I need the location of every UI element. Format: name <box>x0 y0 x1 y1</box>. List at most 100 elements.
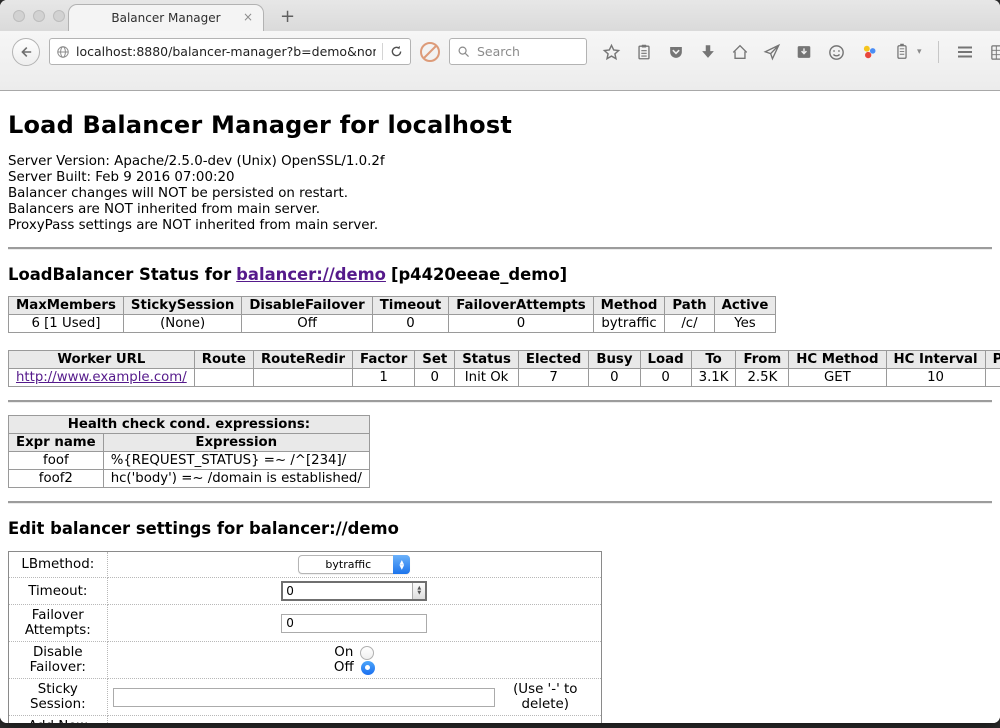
select-arrows-icon: ▲▼ <box>393 555 410 574</box>
table-cell: 7 <box>518 369 588 387</box>
back-button[interactable] <box>12 38 40 66</box>
table-title: Health check cond. expressions: <box>9 416 370 434</box>
status-heading: LoadBalancer Status for balancer://demo … <box>8 265 992 284</box>
navigation-toolbar: localhost:8880/balancer-manager?b=demo&n… <box>0 31 1000 91</box>
minimize-window-button[interactable] <box>33 10 45 22</box>
table-cell: 0 <box>449 315 593 333</box>
column-header: Elected <box>518 351 588 369</box>
close-window-button[interactable] <box>13 10 25 22</box>
column-header: Method <box>593 297 665 315</box>
page-content: Load Balancer Manager for localhost Serv… <box>0 91 1000 723</box>
balancer-link[interactable]: balancer://demo <box>236 265 386 284</box>
send-tab-icon[interactable] <box>763 43 781 61</box>
timeout-label: Timeout: <box>9 578 108 605</box>
server-info-line: Server Version: Apache/2.5.0-dev (Unix) … <box>8 154 992 170</box>
table-cell: %{REQUEST_STATUS} =~ /^[234]/ <box>103 452 369 470</box>
clipboard-icon[interactable] <box>635 43 653 61</box>
page-title: Load Balancer Manager for localhost <box>8 111 992 139</box>
column-header: StickySession <box>123 297 241 315</box>
table-row: http://www.example.com/ 10Init Ok7003.1K… <box>9 369 1000 387</box>
menu-icon[interactable] <box>955 42 975 62</box>
table-cell: 1 (0) <box>985 369 1000 387</box>
table-cell: 0 <box>640 369 691 387</box>
number-stepper-icon[interactable]: ▲▼ <box>412 583 425 599</box>
lbmethod-select[interactable]: bytraffic ▲▼ <box>298 555 410 574</box>
worker-url-link[interactable]: http://www.example.com/ <box>16 370 187 385</box>
edit-balancer-form: LBmethod: bytraffic ▲▼ Timeout: 0 ▲▼ <box>8 551 602 723</box>
table-row: foof2hc('body') =~ /domain is establishe… <box>9 470 370 488</box>
toolbar-separator <box>938 41 939 63</box>
table-cell: foof2 <box>9 470 104 488</box>
new-tab-button[interactable]: + <box>280 8 295 26</box>
battery-icon[interactable] <box>893 43 911 61</box>
column-header: FailoverAttempts <box>449 297 593 315</box>
column-header: MaxMembers <box>9 297 124 315</box>
dropdown-caret-icon[interactable]: ▾ <box>917 47 922 57</box>
health-check-table: Health check cond. expressions:Expr name… <box>8 415 370 488</box>
zoom-window-button[interactable] <box>53 10 65 22</box>
tab-close-icon[interactable]: × <box>243 11 253 23</box>
divider <box>8 400 992 402</box>
url-text[interactable]: localhost:8880/balancer-manager?b=demo&n… <box>76 44 376 59</box>
table-cell: 0 <box>589 369 640 387</box>
table-row: 6 [1 Used](None)Off00bytraffic/c/Yes <box>9 315 776 333</box>
sticky-session-input[interactable] <box>113 688 495 707</box>
table-cell: foof <box>9 452 104 470</box>
column-header: Busy <box>589 351 640 369</box>
sticky-session-hint: (Use '-' to delete) <box>495 682 596 712</box>
table-cell: 6 [1 Used] <box>9 315 124 333</box>
grid-icon[interactable] <box>989 43 1000 62</box>
column-header: HC Interval <box>886 351 985 369</box>
table-cell: 2.5K <box>736 369 789 387</box>
table-row: foof%{REQUEST_STATUS} =~ /^[234]/ <box>9 452 370 470</box>
table-cell: 1 <box>353 369 415 387</box>
tab-queue-icon[interactable] <box>795 43 813 61</box>
disable-failover-off-radio[interactable] <box>361 661 375 675</box>
bookmark-star-icon[interactable] <box>602 43 621 62</box>
timeout-value: 0 <box>286 584 294 598</box>
table-cell: /c/ <box>665 315 714 333</box>
search-bar[interactable]: Search <box>449 38 587 65</box>
balancer-status-table: MaxMembersStickySessionDisableFailoverTi… <box>8 296 776 333</box>
feedback-smiley-icon[interactable] <box>827 43 846 62</box>
browser-window: Balancer Manager × + localhost:8880/bala… <box>0 0 1000 723</box>
disable-failover-label: Disable Failover: <box>9 642 108 679</box>
table-cell: hc('body') =~ /domain is established/ <box>103 470 369 488</box>
table-cell <box>253 369 352 387</box>
failover-attempts-input[interactable]: 0 <box>281 614 427 633</box>
table-cell: bytraffic <box>593 315 665 333</box>
content-blocked-icon[interactable] <box>420 42 440 62</box>
column-header: Path <box>665 297 714 315</box>
table-cell: (None) <box>123 315 241 333</box>
colored-dots-icon[interactable] <box>860 43 879 62</box>
home-icon[interactable] <box>731 43 749 61</box>
downloads-icon[interactable] <box>699 43 717 61</box>
url-bar[interactable]: localhost:8880/balancer-manager?b=demo&n… <box>49 38 411 65</box>
url-divider <box>382 43 383 60</box>
column-header: From <box>736 351 789 369</box>
column-header: RouteRedir <box>253 351 352 369</box>
edit-settings-heading: Edit balancer settings for balancer://de… <box>8 519 992 538</box>
table-cell: Yes <box>714 315 776 333</box>
search-placeholder: Search <box>477 44 520 59</box>
divider <box>8 501 992 503</box>
server-info-line: Server Built: Feb 9 2016 07:00:20 <box>8 170 992 186</box>
column-header: Factor <box>353 351 415 369</box>
browser-tab[interactable]: Balancer Manager × <box>68 4 264 31</box>
column-header: Route <box>194 351 253 369</box>
reload-icon[interactable] <box>389 44 404 59</box>
table-cell: 10 <box>886 369 985 387</box>
column-header: DisableFailover <box>242 297 372 315</box>
column-header: Passes <box>985 351 1000 369</box>
sticky-session-row: (Use '-' to delete) <box>110 682 599 712</box>
failover-attempts-label: Failover Attempts: <box>9 605 108 642</box>
server-info: Server Version: Apache/2.5.0-dev (Unix) … <box>8 154 992 234</box>
timeout-input[interactable]: 0 ▲▼ <box>281 581 427 601</box>
table-cell: 3.1K <box>691 369 736 387</box>
server-info-line: Balancers are NOT inherited from main se… <box>8 202 992 218</box>
disable-failover-on-radio[interactable] <box>360 646 374 660</box>
worker-table: Worker URLRouteRouteRedirFactorSetStatus… <box>8 350 1000 387</box>
tab-title: Balancer Manager <box>111 11 220 25</box>
pocket-icon[interactable] <box>667 43 685 61</box>
lbmethod-label: LBmethod: <box>9 552 108 578</box>
